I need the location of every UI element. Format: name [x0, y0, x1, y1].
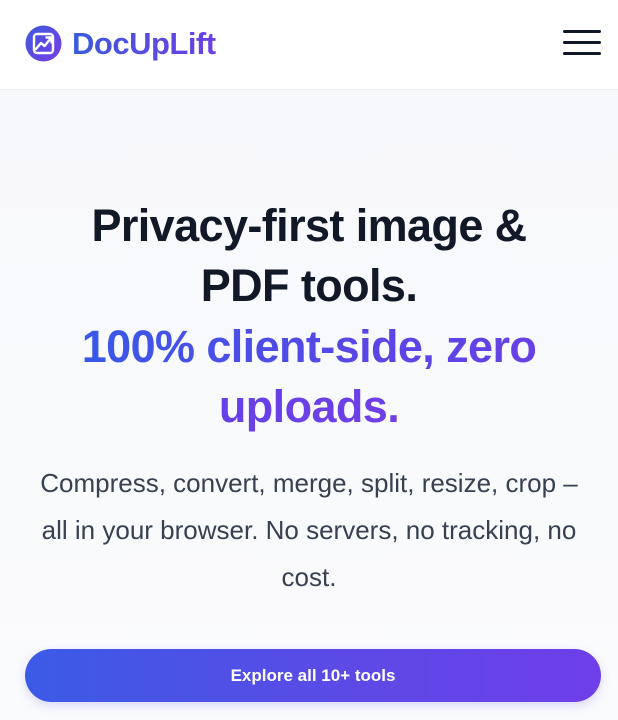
hero-accent-line-2: uploads.: [0, 377, 618, 437]
hero-title-line-1: Privacy-first image &: [91, 200, 527, 251]
explore-tools-button[interactable]: Explore all 10+ tools: [25, 649, 601, 702]
menu-bar-bottom: [563, 52, 601, 55]
hamburger-menu-icon[interactable]: [563, 27, 601, 59]
hero-accent-headline: 100% client-side, zero uploads.: [0, 317, 618, 437]
menu-bar-top: [563, 30, 601, 33]
hero-subtitle: Compress, convert, merge, split, resize,…: [40, 468, 578, 592]
hero-section: Privacy-first image & PDF tools. 100% cl…: [0, 90, 618, 720]
hero-title: Privacy-first image & PDF tools.: [0, 196, 618, 316]
hero-accent-line-1: 100% client-side, zero: [0, 317, 618, 377]
chart-upload-icon: [25, 25, 62, 62]
site-header: DocUpLift: [0, 0, 618, 90]
brand-logo-link[interactable]: DocUpLift: [25, 25, 216, 62]
hero-title-line-2: PDF tools.: [200, 260, 418, 311]
brand-name: DocUpLift: [72, 26, 216, 61]
menu-bar-middle: [563, 41, 601, 44]
